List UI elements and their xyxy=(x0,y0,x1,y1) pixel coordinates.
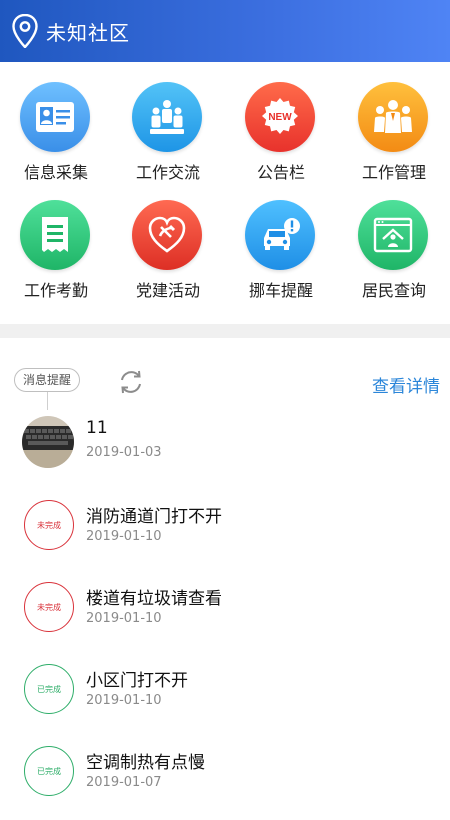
grid-item-bulletin[interactable]: NEW 公告栏 xyxy=(225,62,337,182)
app-header: 未知社区 xyxy=(0,0,450,62)
incomplete-stamp-icon: 未完成 xyxy=(24,500,74,550)
grid-item-info-collection[interactable]: 信息采集 xyxy=(0,62,112,182)
people-group-icon xyxy=(132,82,202,152)
avatar xyxy=(22,416,74,468)
notice-bar: 消息提醒 查看详情 xyxy=(0,338,450,410)
message-date: 2019-01-10 xyxy=(86,611,162,626)
message-date: 2019-01-07 xyxy=(86,775,162,790)
grid-item-move-car-reminder[interactable]: 挪车提醒 xyxy=(225,180,337,300)
grid-item-party-activities[interactable]: 党建活动 xyxy=(112,180,224,300)
list-item[interactable]: 未完成 楼道有垃圾请查看 2019-01-10 xyxy=(0,574,450,656)
view-details-link[interactable]: 查看详情 xyxy=(372,372,440,397)
function-grid: 信息采集 工作交流 NEW 公告栏 工作管理 工作考勤 党建活动 挪车提醒 居民… xyxy=(0,62,450,324)
svg-text:NEW: NEW xyxy=(268,112,292,123)
party-emblem-icon xyxy=(132,200,202,270)
refresh-icon[interactable] xyxy=(117,368,145,396)
grid-item-work-exchange[interactable]: 工作交流 xyxy=(112,62,224,182)
completed-stamp-icon: 已完成 xyxy=(24,746,74,796)
new-badge-icon: NEW xyxy=(245,82,315,152)
message-title: 小区门打不开 xyxy=(86,671,188,691)
message-title: 楼道有垃圾请查看 xyxy=(86,589,222,609)
grid-item-label: 工作考勤 xyxy=(23,281,88,300)
list-item[interactable]: 已完成 小区门打不开 2019-01-10 xyxy=(0,656,450,738)
message-title: 消防通道门打不开 xyxy=(86,507,222,527)
car-alert-icon xyxy=(245,200,315,270)
grid-item-label: 居民查询 xyxy=(361,281,426,300)
message-date: 2019-01-03 xyxy=(86,445,162,460)
receipt-icon xyxy=(20,200,90,270)
message-title: 11 xyxy=(86,418,108,438)
list-item[interactable]: 已完成 空调制热有点慢 2019-01-07 xyxy=(0,738,450,820)
section-divider xyxy=(0,324,450,338)
id-card-icon xyxy=(20,82,90,152)
message-reminder-tag: 消息提醒 xyxy=(14,368,81,392)
message-title: 空调制热有点慢 xyxy=(86,753,205,773)
list-item[interactable]: 11 2019-01-03 xyxy=(0,408,450,490)
grid-item-attendance[interactable]: 工作考勤 xyxy=(0,180,112,300)
grid-item-label: 挪车提醒 xyxy=(248,281,313,300)
grid-item-resident-query[interactable]: 居民查询 xyxy=(338,180,450,300)
message-date: 2019-01-10 xyxy=(86,529,162,544)
location-pin-icon[interactable] xyxy=(12,14,38,48)
list-item[interactable]: 未完成 消防通道门打不开 2019-01-10 xyxy=(0,492,450,574)
team-management-icon xyxy=(358,82,428,152)
community-title[interactable]: 未知社区 xyxy=(46,17,130,46)
grid-item-work-management[interactable]: 工作管理 xyxy=(338,62,450,182)
incomplete-stamp-icon: 未完成 xyxy=(24,582,74,632)
resident-home-icon xyxy=(358,200,428,270)
completed-stamp-icon: 已完成 xyxy=(24,664,74,714)
message-date: 2019-01-10 xyxy=(86,693,162,708)
grid-item-label: 党建活动 xyxy=(135,281,200,300)
